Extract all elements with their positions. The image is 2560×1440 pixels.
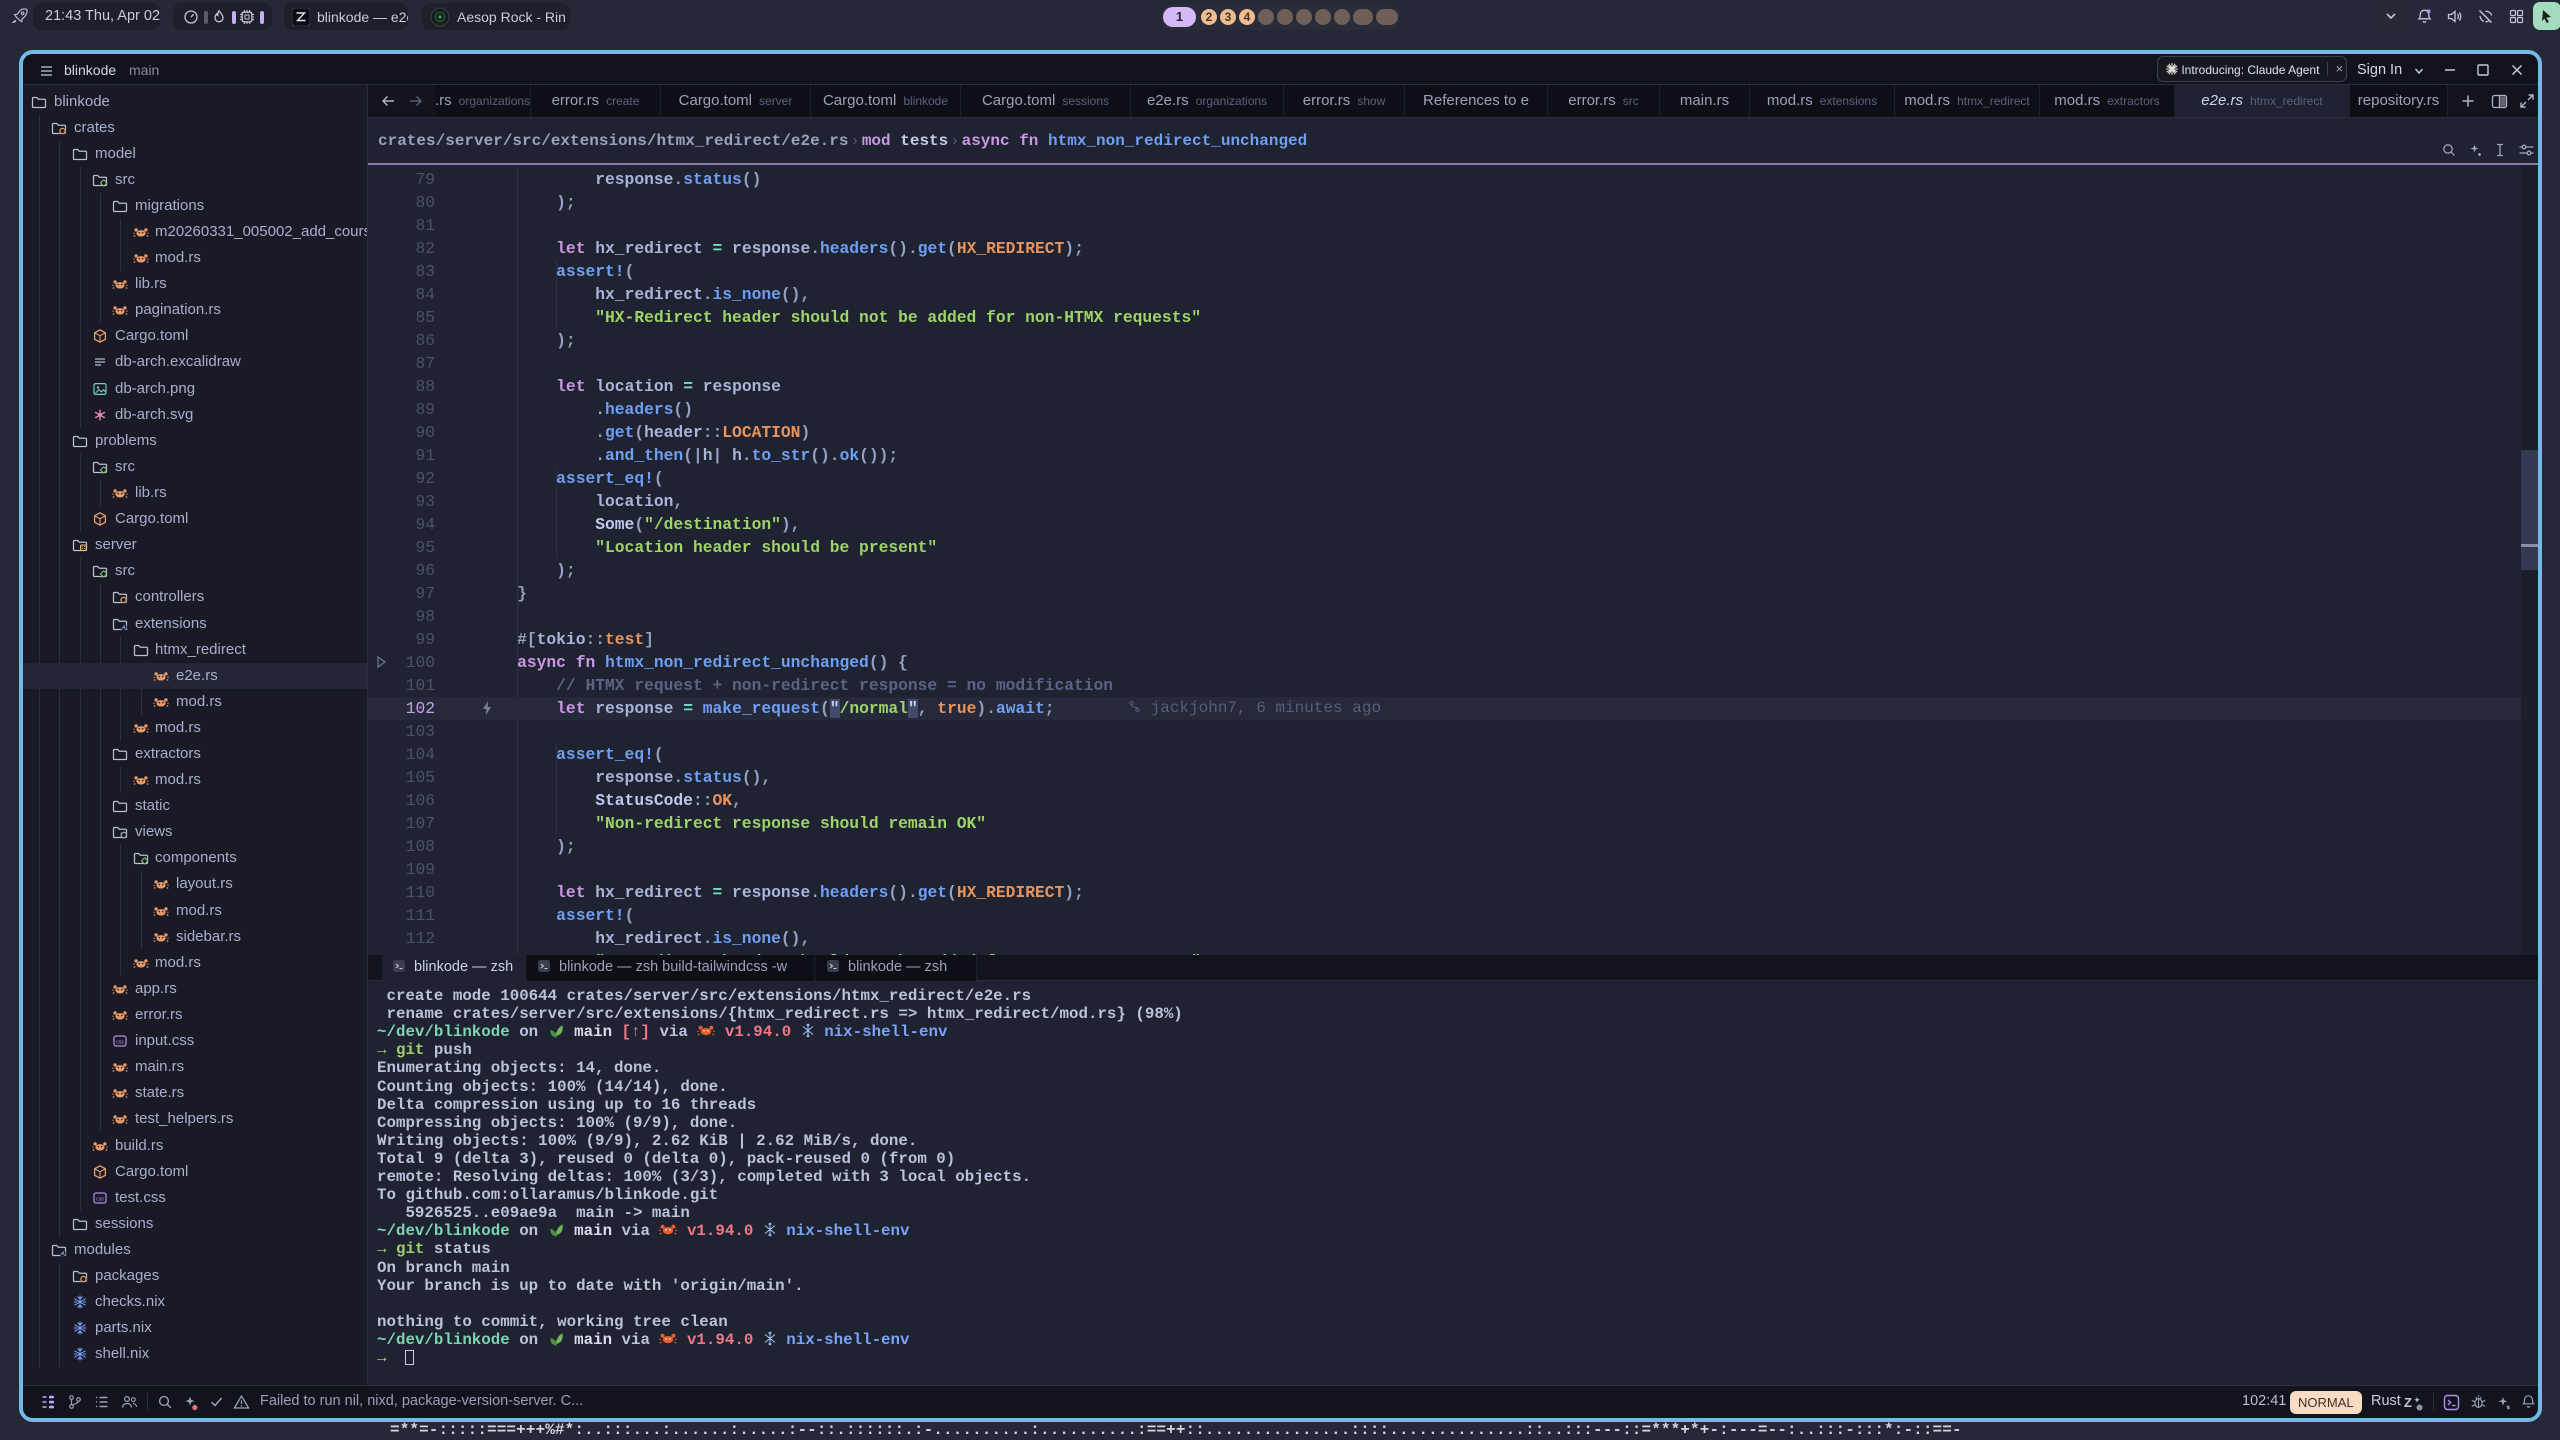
svg-text:css: css <box>96 1197 104 1203</box>
svg-text:css: css <box>116 1040 124 1046</box>
svg-text:Z: Z <box>2404 1395 2412 1410</box>
